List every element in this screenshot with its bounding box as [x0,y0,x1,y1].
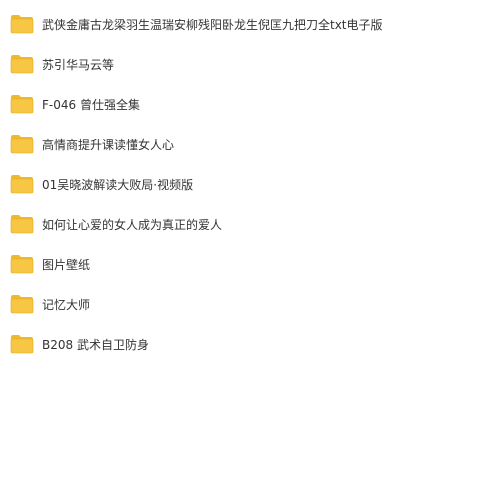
folder-name: 苏引华马云等 [42,57,115,72]
folder-icon [10,295,34,314]
folder-icon [10,135,34,154]
folder-icon [10,95,34,114]
folder-item[interactable]: 高情商提升课读懂女人心 [10,131,480,157]
folder-item[interactable]: F-046 曾仕强全集 [10,91,480,117]
folder-item[interactable]: 如何让心爱的女人成为真正的爱人 [10,211,480,237]
folder-name: 记忆大师 [42,297,91,312]
folder-item[interactable]: 苏引华马云等 [10,51,480,77]
folder-icon [10,15,34,34]
folder-item[interactable]: 武侠金庸古龙梁羽生温瑞安柳残阳卧龙生倪匡九把刀全txt电子版 [10,11,480,37]
folder-name: F-046 曾仕强全集 [42,97,140,112]
folder-icon [10,215,34,234]
folder-icon [10,55,34,74]
folder-name: 图片壁纸 [42,257,91,272]
folder-name: 01吴晓波解读大败局·视频版 [42,177,194,192]
folder-name: 如何让心爱的女人成为真正的爱人 [42,217,223,232]
folder-icon [10,255,34,274]
folder-icon [10,335,34,354]
folder-item[interactable]: 图片壁纸 [10,251,480,277]
folder-name: 高情商提升课读懂女人心 [42,137,175,152]
folder-icon [10,175,34,194]
folder-item[interactable]: 记忆大师 [10,291,480,317]
file-browser: 武侠金庸古龙梁羽生温瑞安柳残阳卧龙生倪匡九把刀全txt电子版 苏引华马云等 F-… [0,0,500,500]
folder-item[interactable]: 01吴晓波解读大败局·视频版 [10,171,480,197]
folder-name: 武侠金庸古龙梁羽生温瑞安柳残阳卧龙生倪匡九把刀全txt电子版 [42,17,383,32]
folder-name: B208 武术自卫防身 [42,337,149,352]
folder-item[interactable]: B208 武术自卫防身 [10,331,480,357]
